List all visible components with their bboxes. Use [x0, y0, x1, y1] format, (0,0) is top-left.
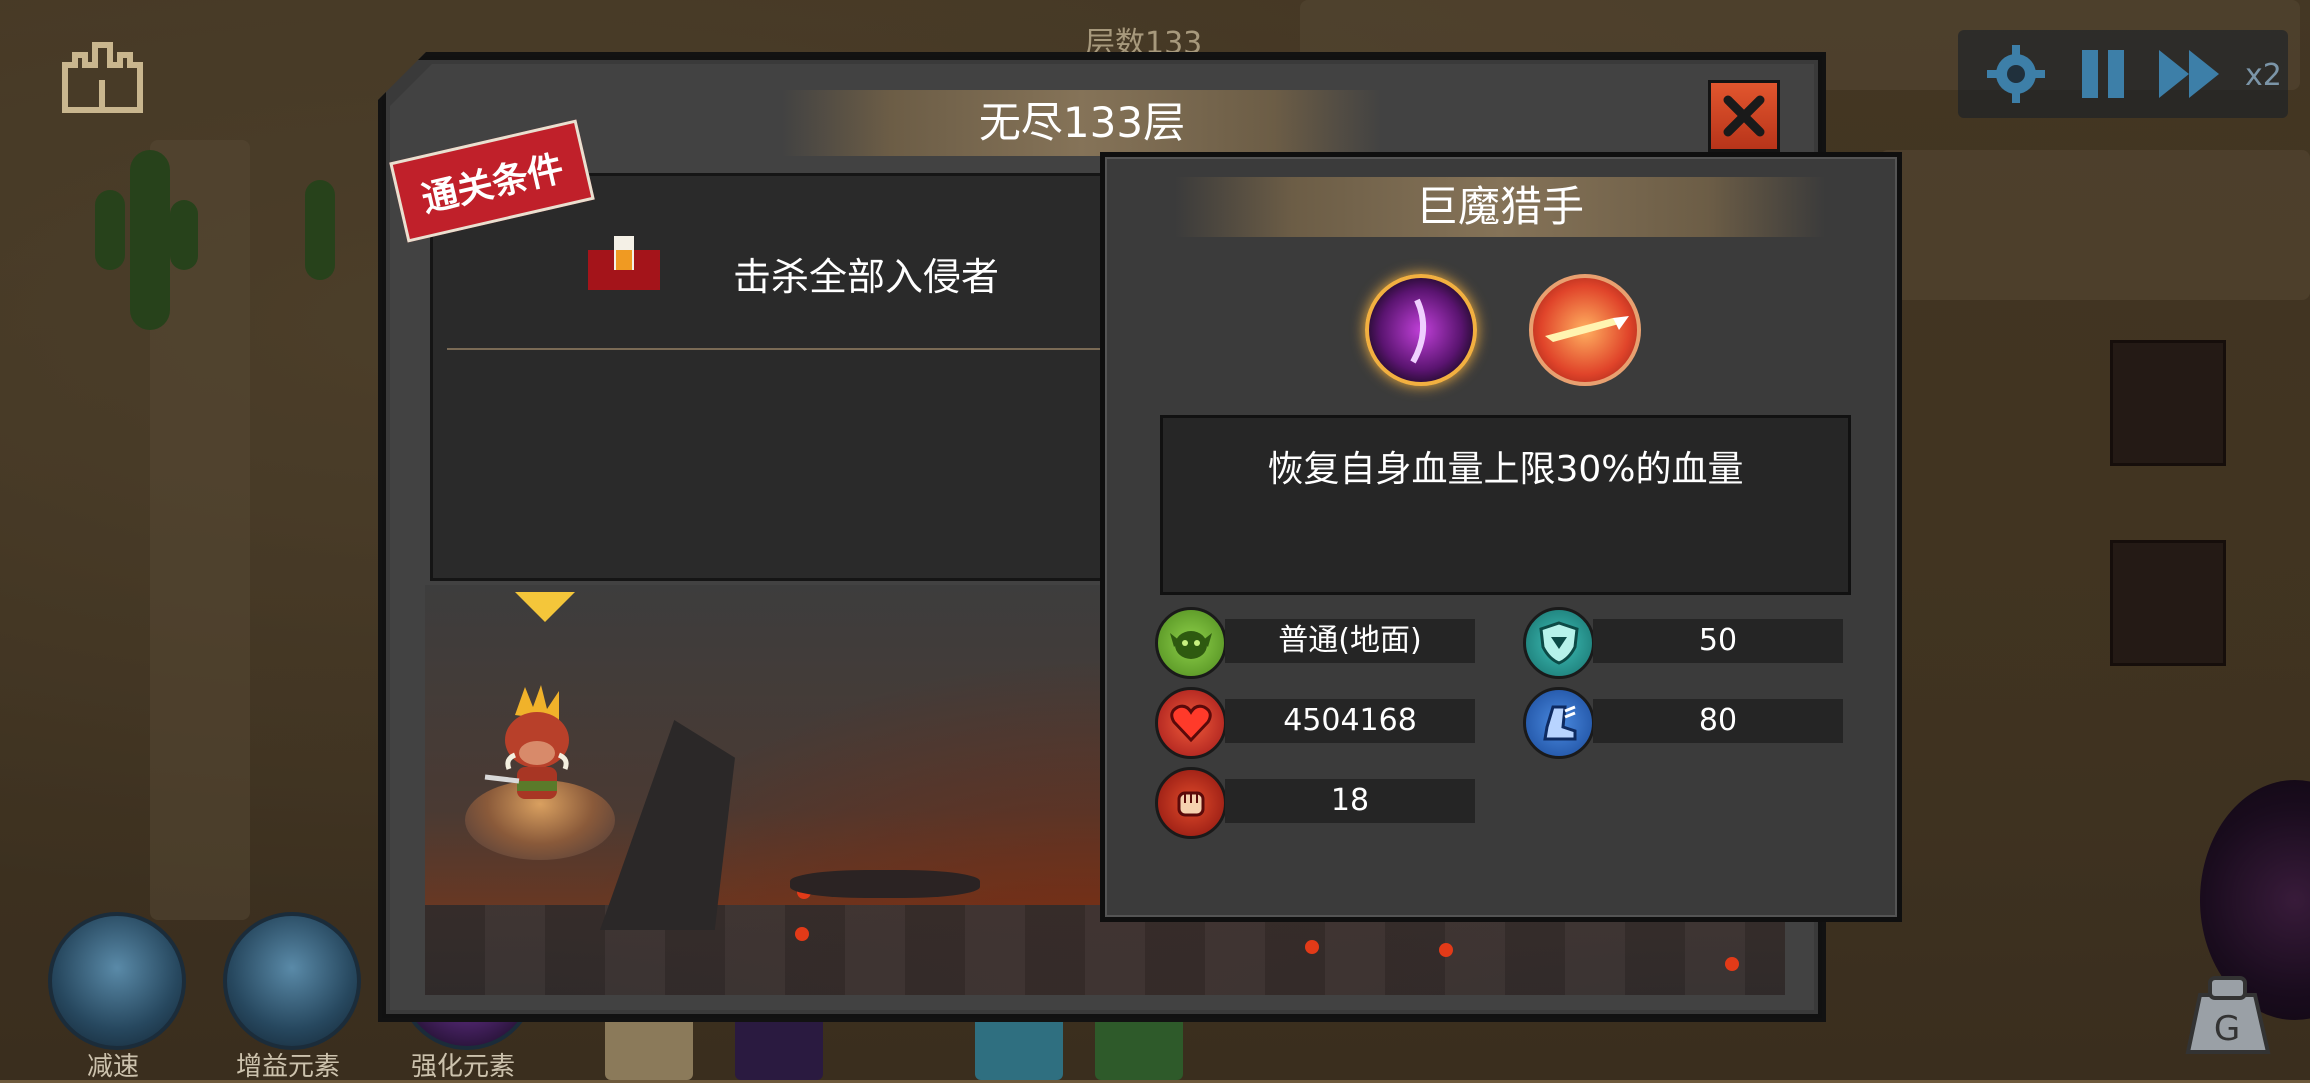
svg-text:G: G [2214, 1009, 2240, 1049]
fire-arrow-skill-icon[interactable] [1529, 274, 1641, 386]
floating-slab [790, 870, 980, 898]
attack-fist-icon [1155, 767, 1227, 839]
close-button[interactable] [1708, 80, 1780, 152]
settings-gear-icon[interactable] [1982, 40, 2050, 108]
buff-element-skill-button[interactable] [223, 912, 361, 1050]
selected-enemy-marker [515, 592, 575, 622]
skill-description-box: 恢复自身血量上限30%的血量 [1160, 415, 1851, 595]
enhance-element-skill-label: 强化元素 [410, 1052, 515, 1082]
armor-shield-icon [1523, 607, 1595, 679]
stat-armor-value: 50 [1593, 619, 1843, 663]
health-heart-icon [1155, 687, 1227, 759]
condition-text: 击杀全部入侵者 [733, 255, 1000, 299]
dialog-title: 无尽133层 [978, 98, 1186, 147]
stat-attack-value: 18 [1225, 779, 1475, 823]
stat-type-value: 普通(地面) [1225, 619, 1475, 663]
pause-icon[interactable] [2070, 40, 2138, 108]
fast-forward-icon[interactable] [2156, 40, 2224, 108]
speed-multiplier[interactable]: x2 [2245, 58, 2282, 93]
clear-condition-panel: 击杀全部入侵者 [430, 173, 1126, 581]
enemy-info-panel: 巨魔猎手 恢复自身血量上限30%的血量 普通(地面) 50 4504168 80… [1100, 152, 1902, 922]
condition-cup-icon [588, 236, 660, 290]
skill-description-text: 恢复自身血量上限30%的血量 [1267, 449, 1744, 490]
castle-home-icon[interactable] [55, 30, 150, 120]
slow-skill-label: 减速 [86, 1052, 139, 1082]
ribbon-label: 通关条件 [418, 148, 568, 221]
purple-slash-skill-icon[interactable] [1365, 274, 1477, 386]
enemy-name: 巨魔猎手 [1415, 182, 1584, 231]
stat-hp-value: 4504168 [1225, 699, 1475, 743]
buff-element-skill-label: 增益元素 [235, 1052, 340, 1082]
goblin-type-icon [1155, 607, 1227, 679]
speed-boot-icon [1523, 687, 1595, 759]
bag-icon[interactable]: G [2180, 960, 2275, 1060]
hud-controls [1958, 30, 2288, 118]
condition-divider [447, 348, 1107, 350]
slow-skill-button[interactable] [48, 912, 186, 1050]
close-icon [1723, 95, 1765, 137]
stat-speed-value: 80 [1593, 699, 1843, 743]
troll-hunter-sprite[interactable] [475, 685, 600, 810]
